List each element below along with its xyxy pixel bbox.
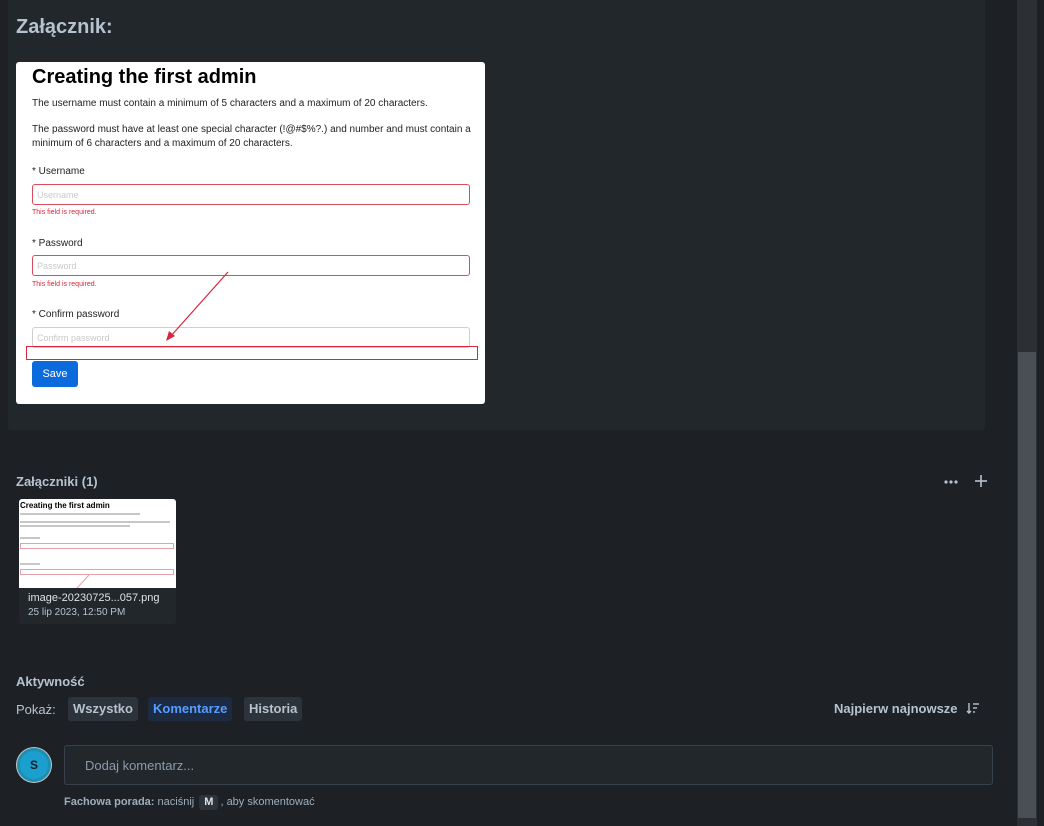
avatar[interactable]: S xyxy=(17,748,51,782)
attachment-date: 25 lip 2023, 12:50 PM xyxy=(28,607,126,618)
activity-title: Aktywność xyxy=(16,674,85,689)
plus-icon[interactable] xyxy=(972,472,990,490)
attachment-filename: image-20230725...057.png xyxy=(28,592,160,604)
sort-descending-icon[interactable] xyxy=(966,701,980,718)
comment-input[interactable] xyxy=(64,745,993,785)
shortcut-key: M xyxy=(199,795,219,810)
thumbnail-arrow-icon xyxy=(76,574,90,588)
attachment-card[interactable]: Creating the first admin image-20230725.… xyxy=(19,499,176,624)
filter-all-button[interactable]: Wszystko xyxy=(68,697,138,721)
pro-tip-text-pre: naciśnij xyxy=(157,796,195,808)
show-label: Pokaż: xyxy=(16,702,56,717)
attachments-title: Załączniki (1) xyxy=(16,474,98,489)
pro-tip: Fachowa porada: naciśnij M, aby skomento… xyxy=(64,795,315,810)
embedded-screenshot[interactable]: Creating the first admin The username mu… xyxy=(16,62,485,404)
filter-comments-button[interactable]: Komentarze xyxy=(148,697,233,721)
pro-tip-text-post: , aby skomentować xyxy=(220,796,315,808)
filter-history-button[interactable]: Historia xyxy=(244,697,303,721)
scrollbar-thumb[interactable] xyxy=(1018,352,1036,818)
pro-tip-label: Fachowa porada: xyxy=(64,796,155,808)
more-horizontal-icon[interactable] xyxy=(942,473,960,491)
annotation-arrow-icon xyxy=(166,271,229,341)
attachment-heading: Załącznik: xyxy=(16,16,113,38)
attachment-thumbnail: Creating the first admin xyxy=(19,499,176,588)
sort-button[interactable]: Najpierw najnowsze xyxy=(834,701,958,716)
